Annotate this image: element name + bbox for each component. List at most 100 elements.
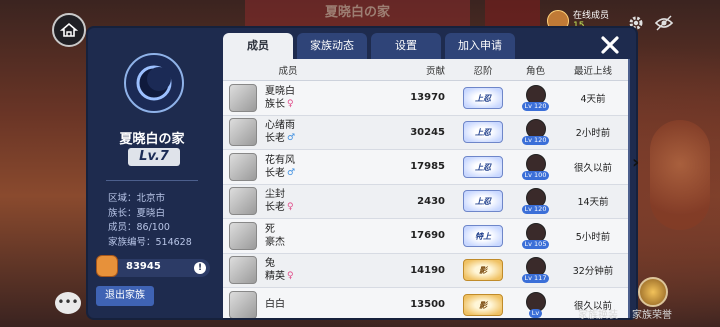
table-row[interactable]: 夏晓白 族长 ♀ 13970 上忍 Lv 120 4天前	[223, 81, 628, 116]
member-position: 长老	[265, 202, 285, 214]
tab-bar: 成员 家族动态 设置 加入申请	[223, 33, 515, 59]
background-banner: 夏晓白の家	[245, 0, 470, 30]
member-position: 长老	[265, 167, 285, 179]
tab-settings[interactable]: 设置	[371, 33, 441, 59]
tab-members[interactable]: 成员	[223, 33, 293, 59]
member-avatar[interactable]	[229, 152, 257, 181]
ninja-rank-badge: 影	[463, 293, 503, 316]
member-contribution: 30245	[410, 126, 445, 138]
member-contribution: 17985	[410, 161, 445, 173]
member-position: 豪杰	[265, 236, 285, 248]
table-row[interactable]: 心绪雨 长老 ♂ 30245 上忍 Lv 120 2小时前	[223, 116, 628, 150]
table-row[interactable]: 白白 13500 影 Lv 很久以前	[223, 288, 628, 318]
gender-icon: ♂	[287, 167, 296, 178]
clan-region: 区域：北京市	[108, 193, 166, 204]
view-toggle-button[interactable]	[654, 13, 674, 33]
clan-emblem	[124, 53, 184, 113]
gender-icon: ♂	[287, 133, 296, 144]
members-table: 成员 贡献 忍阶 角色 最近上线 夏晓白 族长 ♀ 13970 上忍 Lv 12…	[223, 59, 628, 318]
ninja-rank-badge: 上忍	[463, 121, 503, 144]
ninja-rank-badge: 影	[463, 259, 503, 282]
member-cell: 尘封 长老 ♀	[223, 187, 353, 216]
gender-icon: ♀	[287, 98, 294, 109]
clan-fund-value: 83945	[126, 261, 161, 272]
clan-fund: 83945 !	[96, 255, 210, 277]
eye-icon	[654, 15, 674, 31]
member-avatar[interactable]	[229, 256, 257, 285]
role-level: Lv 120	[521, 205, 550, 215]
role-level: Lv 120	[521, 101, 550, 111]
table-row[interactable]: 尘封 长老 ♀ 2430 上忍 Lv 120 14天前	[223, 185, 628, 219]
crescent-moon-icon	[136, 65, 172, 101]
tab-clan-activity[interactable]: 家族动态	[297, 33, 367, 59]
clan-honor-button[interactable]: 家族荣誉	[632, 306, 672, 321]
member-cell: 兔 精英 ♀	[223, 256, 353, 285]
chat-button[interactable]: •••	[55, 292, 81, 314]
member-contribution: 14190	[410, 264, 445, 276]
member-cell: 白白	[223, 290, 353, 318]
member-avatar[interactable]	[229, 290, 257, 318]
member-last-online: 很久以前	[573, 162, 612, 174]
close-button[interactable]	[598, 33, 622, 57]
money-bag-icon	[96, 255, 118, 277]
member-name: 心绪雨	[265, 120, 295, 132]
ninja-rank-badge: 上忍	[463, 86, 503, 109]
role-level: Lv 117	[521, 274, 550, 284]
clan-details: 区域：北京市 族长：夏晓白 成员：86/100 家族编号：514628	[108, 192, 218, 250]
table-row[interactable]: 死 豪杰 17690 特上 Lv 105 5小时前	[223, 219, 628, 254]
member-name: 花有风	[265, 154, 295, 166]
member-avatar[interactable]	[229, 187, 257, 216]
header-role[interactable]: 角色	[513, 63, 558, 77]
member-name: 夏晓白	[265, 85, 295, 97]
tab-join-requests[interactable]: 加入申请	[445, 33, 515, 59]
fund-info-icon[interactable]: !	[194, 262, 206, 274]
ninja-rank-badge: 上忍	[463, 190, 503, 213]
role-level: Lv	[528, 308, 543, 318]
member-avatar[interactable]	[229, 83, 257, 112]
role-level: Lv 120	[521, 136, 550, 146]
member-position: 精英	[265, 271, 285, 283]
clan-info-sidebar: 夏晓白の家 Lv.7 区域：北京市 族长：夏晓白 成员：86/100 家族编号：…	[88, 28, 216, 318]
ninja-rank-badge: 特上	[463, 224, 503, 247]
member-cell: 死 豪杰	[223, 221, 353, 250]
member-position: 族长	[265, 98, 285, 110]
scrollbar[interactable]	[628, 59, 630, 318]
member-contribution: 17690	[410, 230, 445, 242]
clan-honor-icon[interactable]	[638, 277, 668, 307]
member-last-online: 4天前	[580, 93, 606, 105]
member-cell: 心绪雨 长老 ♂	[223, 118, 353, 147]
close-icon	[601, 36, 619, 54]
member-avatar[interactable]	[229, 118, 257, 147]
header-rank[interactable]: 忍阶	[453, 63, 513, 77]
member-contribution: 2430	[417, 195, 445, 207]
table-row[interactable]: 兔 精英 ♀ 14190 影 Lv 117 32分钟前	[223, 254, 628, 288]
member-name: 尘封	[265, 189, 285, 201]
leave-clan-button[interactable]: 退出家族	[96, 286, 154, 306]
member-last-online: 14天前	[577, 197, 609, 209]
member-contribution: 13500	[410, 299, 445, 311]
gender-icon: ♀	[287, 271, 294, 282]
home-button[interactable]	[52, 13, 86, 47]
member-last-online: 32分钟前	[572, 266, 614, 278]
member-contribution: 13970	[410, 92, 445, 104]
chat-icon: •••	[57, 295, 79, 309]
member-avatar[interactable]	[229, 221, 257, 250]
clan-members-count: 成员：86/100	[108, 222, 170, 233]
header-member[interactable]: 成员	[223, 63, 353, 77]
clan-outfit-button[interactable]: 家族换装	[578, 306, 618, 321]
table-body: 夏晓白 族长 ♀ 13970 上忍 Lv 120 4天前 心绪雨 长老 ♂ 30…	[223, 81, 628, 318]
header-contribution[interactable]: 贡献	[353, 63, 453, 77]
chevron-right-icon[interactable]: ›	[632, 152, 648, 176]
bottom-actions: 家族换装 家族荣誉	[578, 306, 718, 321]
online-label: 在线成员	[573, 11, 610, 21]
header-last-online[interactable]: 最近上线	[558, 63, 628, 77]
home-icon	[60, 22, 78, 37]
background-lantern	[650, 120, 710, 230]
clan-leader: 族长：夏晓白	[108, 207, 166, 219]
table-row[interactable]: 花有风 长老 ♂ 17985 上忍 Lv 100 很久以前	[223, 150, 628, 185]
member-last-online: 2小时前	[575, 128, 611, 140]
member-position: 长老	[265, 133, 285, 145]
member-cell: 花有风 长老 ♂	[223, 152, 353, 181]
clan-level-badge: Lv.7	[128, 148, 180, 166]
member-name: 白白	[265, 299, 285, 311]
